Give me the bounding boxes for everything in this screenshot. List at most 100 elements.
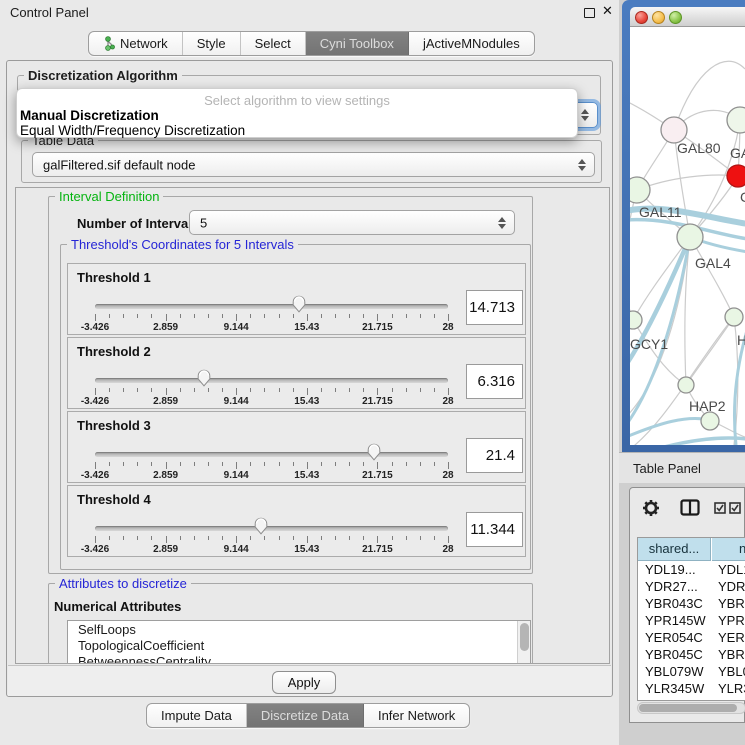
attributes-scrollbar[interactable] <box>517 621 530 664</box>
slider-tick-label: 15.43 <box>294 396 319 407</box>
threshold-slider-track[interactable] <box>95 526 448 531</box>
cell-name: YER0 <box>718 630 745 645</box>
attributes-group: Attributes to discretize Numerical Attri… <box>48 583 533 664</box>
network-canvas[interactable]: GAL80GACGAL11GAL4GCY1HHAP2 <box>630 27 745 445</box>
tab-impute-data-label: Impute Data <box>161 708 232 723</box>
threshold-1-value-field[interactable]: 14.713 <box>466 290 523 325</box>
menu-item-manual-discretization[interactable]: Manual Discretization <box>20 108 159 123</box>
cell-shared-name: YDR27... <box>645 579 698 594</box>
table-horizontal-scrollbar[interactable] <box>637 702 745 714</box>
threshold-slider-thumb[interactable] <box>291 295 307 314</box>
tab-cyni-toolbox-label: Cyni Toolbox <box>320 36 394 51</box>
network-node-gal11[interactable] <box>630 177 650 203</box>
attribute-list-item[interactable]: SelfLoops <box>68 621 530 637</box>
tab-network-label: Network <box>120 36 168 51</box>
network-node-gcy1[interactable] <box>630 311 642 329</box>
threshold-slider-thumb[interactable] <box>196 369 212 388</box>
float-window-icon[interactable] <box>584 8 595 18</box>
table-row[interactable]: YDL19...YDL1 <box>638 561 745 578</box>
tab-style[interactable]: Style <box>183 32 241 55</box>
network-node-c[interactable] <box>727 165 745 187</box>
apply-button[interactable]: Apply <box>272 671 336 694</box>
menu-item-equal-width-frequency[interactable]: Equal Width/Frequency Discretization <box>20 123 245 138</box>
bottom-tab-bar: Impute Data Discretize Data Infer Networ… <box>146 703 470 728</box>
slider-tick-label: 28 <box>442 544 453 555</box>
cell-shared-name: YIL052C <box>645 698 696 701</box>
table-row[interactable]: YIL052CYIL0 <box>638 697 745 701</box>
network-window-titlebar[interactable] <box>630 7 745 27</box>
slider-tick-label: 15.43 <box>294 544 319 555</box>
slider-tick-label: 9.144 <box>224 322 249 333</box>
table-row[interactable]: YBR045CYBR0 <box>638 646 745 663</box>
scrollbar-thumb[interactable] <box>639 704 737 712</box>
column-header-name[interactable]: n <box>712 538 745 561</box>
number-of-intervals-combo[interactable]: 5 <box>189 210 515 235</box>
network-node-label: HAP2 <box>689 398 726 414</box>
threshold-slider-track[interactable] <box>95 452 448 457</box>
threshold-2-value-field[interactable]: 6.316 <box>466 364 523 399</box>
table-row[interactable]: YLR345WYLR3 <box>638 680 745 697</box>
attributes-group-title: Attributes to discretize <box>55 576 191 591</box>
threshold-2-label: Threshold 2 <box>77 344 151 359</box>
tab-network[interactable]: Network <box>89 32 183 55</box>
threshold-1-label: Threshold 1 <box>77 270 151 285</box>
network-node-h[interactable] <box>725 308 743 326</box>
algorithm-hint-text: Select algorithm to view settings <box>17 93 577 108</box>
network-node-hap2[interactable] <box>678 377 694 393</box>
slider-tick-label: -3.426 <box>81 322 109 333</box>
cell-name: YBR0 <box>718 596 745 611</box>
tab-discretize-data-label: Discretize Data <box>261 708 349 723</box>
threshold-slider-track[interactable] <box>95 378 448 383</box>
network-node[interactable] <box>701 412 719 430</box>
table-row[interactable]: YPR145WYPR1 <box>638 612 745 629</box>
table-row[interactable]: YBR043CYBR0 <box>638 595 745 612</box>
tab-jactivemnodules[interactable]: jActiveMNodules <box>409 32 534 55</box>
numerical-attributes-list: SelfLoopsTopologicalCoefficientBetweenne… <box>67 620 531 664</box>
table-row[interactable]: YER054CYER0 <box>638 629 745 646</box>
network-window: GAL80GACGAL11GAL4GCY1HHAP2 <box>622 0 745 452</box>
number-of-intervals-value: 5 <box>200 215 207 230</box>
zoom-traffic-light[interactable] <box>669 11 682 24</box>
interval-definition-group: Interval Definition Number of Intervals … <box>48 196 533 574</box>
threshold-slider-thumb[interactable] <box>253 517 269 536</box>
cell-name: YPR1 <box>718 613 745 628</box>
close-icon[interactable]: ✕ <box>602 4 613 19</box>
numerical-attributes-label: Numerical Attributes <box>54 599 181 614</box>
combo-arrows-icon <box>578 159 586 171</box>
select-attributes-icon[interactable] <box>714 502 742 514</box>
attribute-list-item[interactable]: BetweennessCentrality <box>68 653 530 664</box>
table-row[interactable]: YDR27... YDR2 <box>638 578 745 595</box>
table-rows: YDL19...YDL1YDR27... YDR2YBR043CYBR0YPR14… <box>638 561 745 701</box>
tab-infer-network[interactable]: Infer Network <box>364 704 469 727</box>
threshold-slider-thumb[interactable] <box>366 443 382 462</box>
table-data-combo[interactable]: galFiltered.sif default node <box>32 152 595 177</box>
cell-name: YDR2 <box>718 579 745 594</box>
settings-scroll-area: Interval Definition Number of Intervals … <box>15 187 610 664</box>
attribute-list-item[interactable]: TopologicalCoefficient <box>68 637 530 653</box>
tab-select[interactable]: Select <box>241 32 306 55</box>
app-root: Control Panel ✕ Network Style Select Cyn… <box>0 0 745 745</box>
tab-cyni-toolbox[interactable]: Cyni Toolbox <box>306 32 409 55</box>
table-grid: shared... n YDL19...YDL1YDR27...YDR2YBR0… <box>637 537 745 701</box>
cell-shared-name: YBR045C <box>645 647 703 662</box>
tab-style-label: Style <box>197 36 226 51</box>
threshold-slider-track[interactable] <box>95 304 448 309</box>
minimize-traffic-light[interactable] <box>652 11 665 24</box>
tab-impute-data[interactable]: Impute Data <box>147 704 247 727</box>
close-traffic-light[interactable] <box>635 11 648 24</box>
slider-tick-label: -3.426 <box>81 470 109 481</box>
scrollbar-thumb[interactable] <box>520 623 529 651</box>
gear-icon[interactable] <box>642 499 660 517</box>
combo-arrows-icon <box>581 109 589 121</box>
network-node-ga[interactable] <box>727 107 745 133</box>
threshold-4-value-field[interactable]: 11.344 <box>466 512 523 547</box>
threshold-3-value-field[interactable]: 21.4 <box>466 438 523 473</box>
table-row[interactable]: YBL079WYBL0 <box>638 663 745 680</box>
slider-tick-label: 9.144 <box>224 544 249 555</box>
split-columns-icon[interactable] <box>680 499 700 516</box>
cell-name: YLR3 <box>718 681 745 696</box>
network-icon <box>103 36 115 51</box>
column-header-shared-name[interactable]: shared... <box>638 538 711 561</box>
network-node-gal4[interactable] <box>677 224 703 250</box>
tab-discretize-data[interactable]: Discretize Data <box>247 704 364 727</box>
